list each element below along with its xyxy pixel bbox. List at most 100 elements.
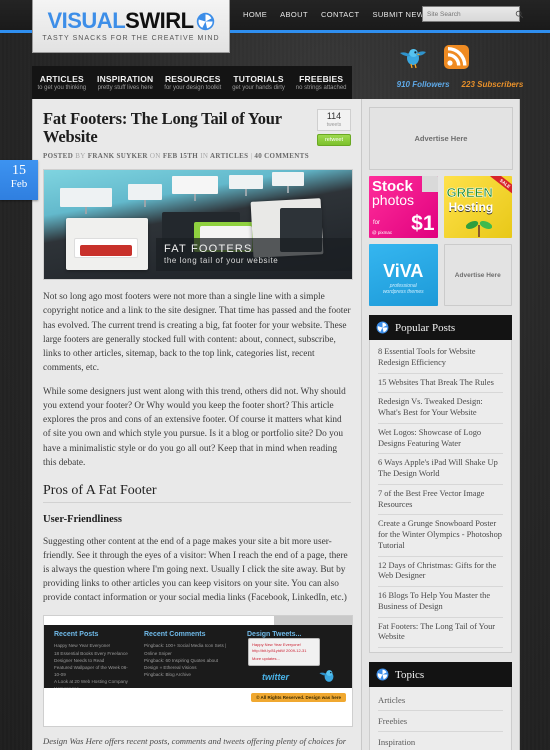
screenshot-top-edge (44, 616, 352, 626)
topic-item-articles[interactable]: Articles (378, 690, 503, 711)
byline-date: FEB 15TH (162, 152, 199, 161)
topics-header: Topics (369, 662, 512, 687)
article-byline: POSTED by FRANK SUYKER on FEB 15TH in AR… (43, 152, 351, 160)
nav-sublabel-articles: to get you thinking (37, 85, 87, 91)
byline-by: by (75, 152, 86, 161)
post-date-month: Feb (10, 178, 28, 190)
swirl-icon (196, 12, 214, 30)
screenshot-col2-item: Pingback: 100+ Social Media Icon Sets | … (144, 643, 227, 656)
logo-wordmark: VISUAL SWIRL (47, 10, 214, 32)
popular-post-item[interactable]: 16 Blogs To Help You Master the Business… (378, 587, 503, 618)
screenshot-col2-heading: Recent Comments (144, 631, 206, 639)
search-icon (515, 10, 524, 18)
search-box[interactable] (422, 6, 524, 22)
top-navigation: HOME ABOUT CONTACT SUBMIT NEWS (243, 10, 430, 19)
popular-post-item[interactable]: 8 Essential Tools for Website Redesign E… (378, 343, 503, 374)
featured-image[interactable]: FAT FOOTERS the long tail of your websit… (43, 169, 353, 281)
ad-stock-line2: photos (372, 192, 415, 209)
featured-image-caption: FAT FOOTERS the long tail of your websit… (156, 238, 352, 272)
article-paragraph-1: Not so long ago most footers were not mo… (43, 292, 351, 373)
popular-post-item[interactable]: Wet Logos: Showcase of Logo Designs Feat… (378, 424, 503, 455)
nav-label-freebies: FREEBIES (299, 74, 344, 84)
search-input[interactable] (427, 10, 515, 18)
site-tagline: TASTY SNACKS FOR THE CREATIVE MIND (42, 35, 220, 42)
article-paragraph-3: Suggesting other content at the end of a… (43, 536, 348, 604)
logo-secondary-text: SWIRL (125, 8, 194, 33)
byline-category[interactable]: ARTICLES (210, 152, 248, 160)
byline-comments[interactable]: 40 COMMENTS (254, 152, 309, 160)
article-subheading-user-friendliness: User-Friendliness (43, 513, 122, 525)
ad-stock-photos[interactable]: Stock photos for $1 @ pixmac (369, 176, 438, 238)
topnav-item-about[interactable]: ABOUT (280, 10, 308, 19)
nav-label-articles: ARTICLES (39, 74, 84, 84)
ad-stock-line3: for (373, 220, 381, 226)
screenshot-col3-heading: Design Tweets... (247, 631, 302, 639)
topnav-item-home[interactable]: HOME (243, 10, 267, 19)
byline-in: in (200, 152, 209, 161)
popular-post-item[interactable]: 6 Ways Apple's iPad Will Shake Up The De… (378, 454, 503, 485)
article-section-heading: Pros of A Fat Footer (43, 483, 351, 503)
ad-viva-sub2: wordpress themes (382, 289, 424, 295)
swirl-icon (376, 668, 389, 681)
screenshot-tweet-text: Happy New Year Everyone! http://bit.ly/8… (252, 642, 307, 653)
ad-stock-price: $1 (411, 212, 435, 235)
topics-list: Articles Freebies Inspiration News Resou… (369, 687, 512, 750)
ad-row-2: ViVA professional wordpress themes Adver… (369, 244, 512, 306)
screenshot-col1-item: 18 Essential Books Every Freelance Desig… (54, 650, 128, 663)
page-wrapper: 114 tweets retweet Fat Footers: The Long… (32, 99, 520, 750)
ad-banner-blank[interactable]: Advertise Here (443, 244, 512, 306)
popular-post-item[interactable]: Fat Footers: The Long Tail of Your Websi… (378, 618, 503, 648)
nav-item-resources[interactable]: RESOURCES for your design toolkit (164, 74, 221, 91)
swirl-icon (376, 321, 389, 334)
screenshot-col1-item: Featured Wallpaper of the Week 06-10-09 (54, 664, 128, 677)
site-logo[interactable]: VISUAL SWIRL TASTY SNACKS FOR THE CREATIV… (32, 0, 230, 53)
topics-title: Topics (395, 668, 425, 681)
plant-sprout-icon (465, 221, 492, 237)
byline-author[interactable]: FRANK SUYKER (88, 152, 148, 160)
byline-on: on (149, 152, 161, 161)
article-paragraph-2: While some designers just went along wit… (43, 387, 346, 468)
screenshot-recent-comments-column: Recent Comments Pingback: 100+ Social Me… (144, 631, 232, 678)
topic-item-freebies[interactable]: Freebies (378, 711, 503, 732)
screenshot-tweet-more: More updates... (252, 655, 280, 661)
popular-posts-header: Popular Posts (369, 315, 512, 340)
article-title: Fat Footers: The Long Tail of Your Websi… (43, 109, 282, 147)
logo-primary-text: VISUAL (47, 8, 126, 33)
nav-sublabel-inspiration: pretty stuff lives here (97, 85, 153, 91)
article-content: 114 tweets retweet Fat Footers: The Long… (32, 99, 362, 750)
byline-separator: | (250, 152, 253, 161)
ad-green-line2: Hosting (448, 200, 494, 214)
retweet-button[interactable]: retweet (317, 134, 351, 146)
tweet-count-number: 114 (326, 111, 342, 121)
popular-post-item[interactable]: 12 Days of Christmas: Gifts for the Web … (378, 557, 503, 587)
footer-example-screenshot[interactable]: Recent Posts Happy New Year Everyone! 18… (43, 615, 353, 728)
popular-post-item[interactable]: Redesign Vs. Tweaked Design: What's Best… (378, 393, 503, 424)
screenshot-col2-item: Pingback: Blog Archive (144, 671, 191, 677)
screenshot-col1-heading: Recent Posts (54, 631, 99, 639)
popular-post-item[interactable]: 15 Websites That Break The Rules (378, 374, 503, 394)
nav-item-freebies[interactable]: FREEBIES no strings attached (296, 74, 347, 91)
sidebar: Advertise Here Stock photos for $1 @ pix… (362, 99, 520, 750)
ad-stock-brand: @ pixmac (372, 230, 393, 235)
screenshot-copyright-ribbon: © All Rights Reserved. Design was here (251, 693, 346, 703)
nav-item-tutorials[interactable]: TUTORIALS get your hands dirty (232, 74, 285, 91)
ad-banner-top[interactable]: Advertise Here (369, 107, 513, 170)
screenshot-twitter-bird-icon (319, 670, 334, 683)
screenshot-tweet-card: Happy New Year Everyone! http://bit.ly/8… (248, 638, 320, 667)
topnav-item-contact[interactable]: CONTACT (321, 10, 360, 19)
nav-item-articles[interactable]: ARTICLES to get you thinking (37, 74, 86, 91)
byline-posted: POSTED (43, 152, 74, 161)
rss-feed-icon[interactable] (442, 44, 470, 70)
twitter-bird-icon[interactable] (398, 44, 428, 70)
topic-item-inspiration[interactable]: Inspiration (378, 732, 503, 750)
popular-post-item[interactable]: 7 of the Best Free Vector Image Resource… (378, 485, 503, 516)
rss-subscribers-count[interactable]: 223 Subscribers (462, 80, 524, 89)
twitter-followers-count[interactable]: 910 Followers (397, 80, 450, 89)
tweet-count-label: tweets (326, 122, 342, 128)
ad-viva-themes[interactable]: ViVA professional wordpress themes (369, 244, 438, 306)
nav-item-inspiration[interactable]: INSPIRATION pretty stuff lives here (97, 74, 153, 91)
popular-post-item[interactable]: Create a Grunge Snowboard Poster for the… (378, 515, 503, 557)
screenshot-col2-item: Pingback: 60 Inspiring Quotes about Desi… (144, 657, 219, 670)
popular-posts-list: 8 Essential Tools for Website Redesign E… (369, 340, 512, 653)
ad-green-hosting[interactable]: SALE GREEN Hosting (443, 176, 512, 238)
